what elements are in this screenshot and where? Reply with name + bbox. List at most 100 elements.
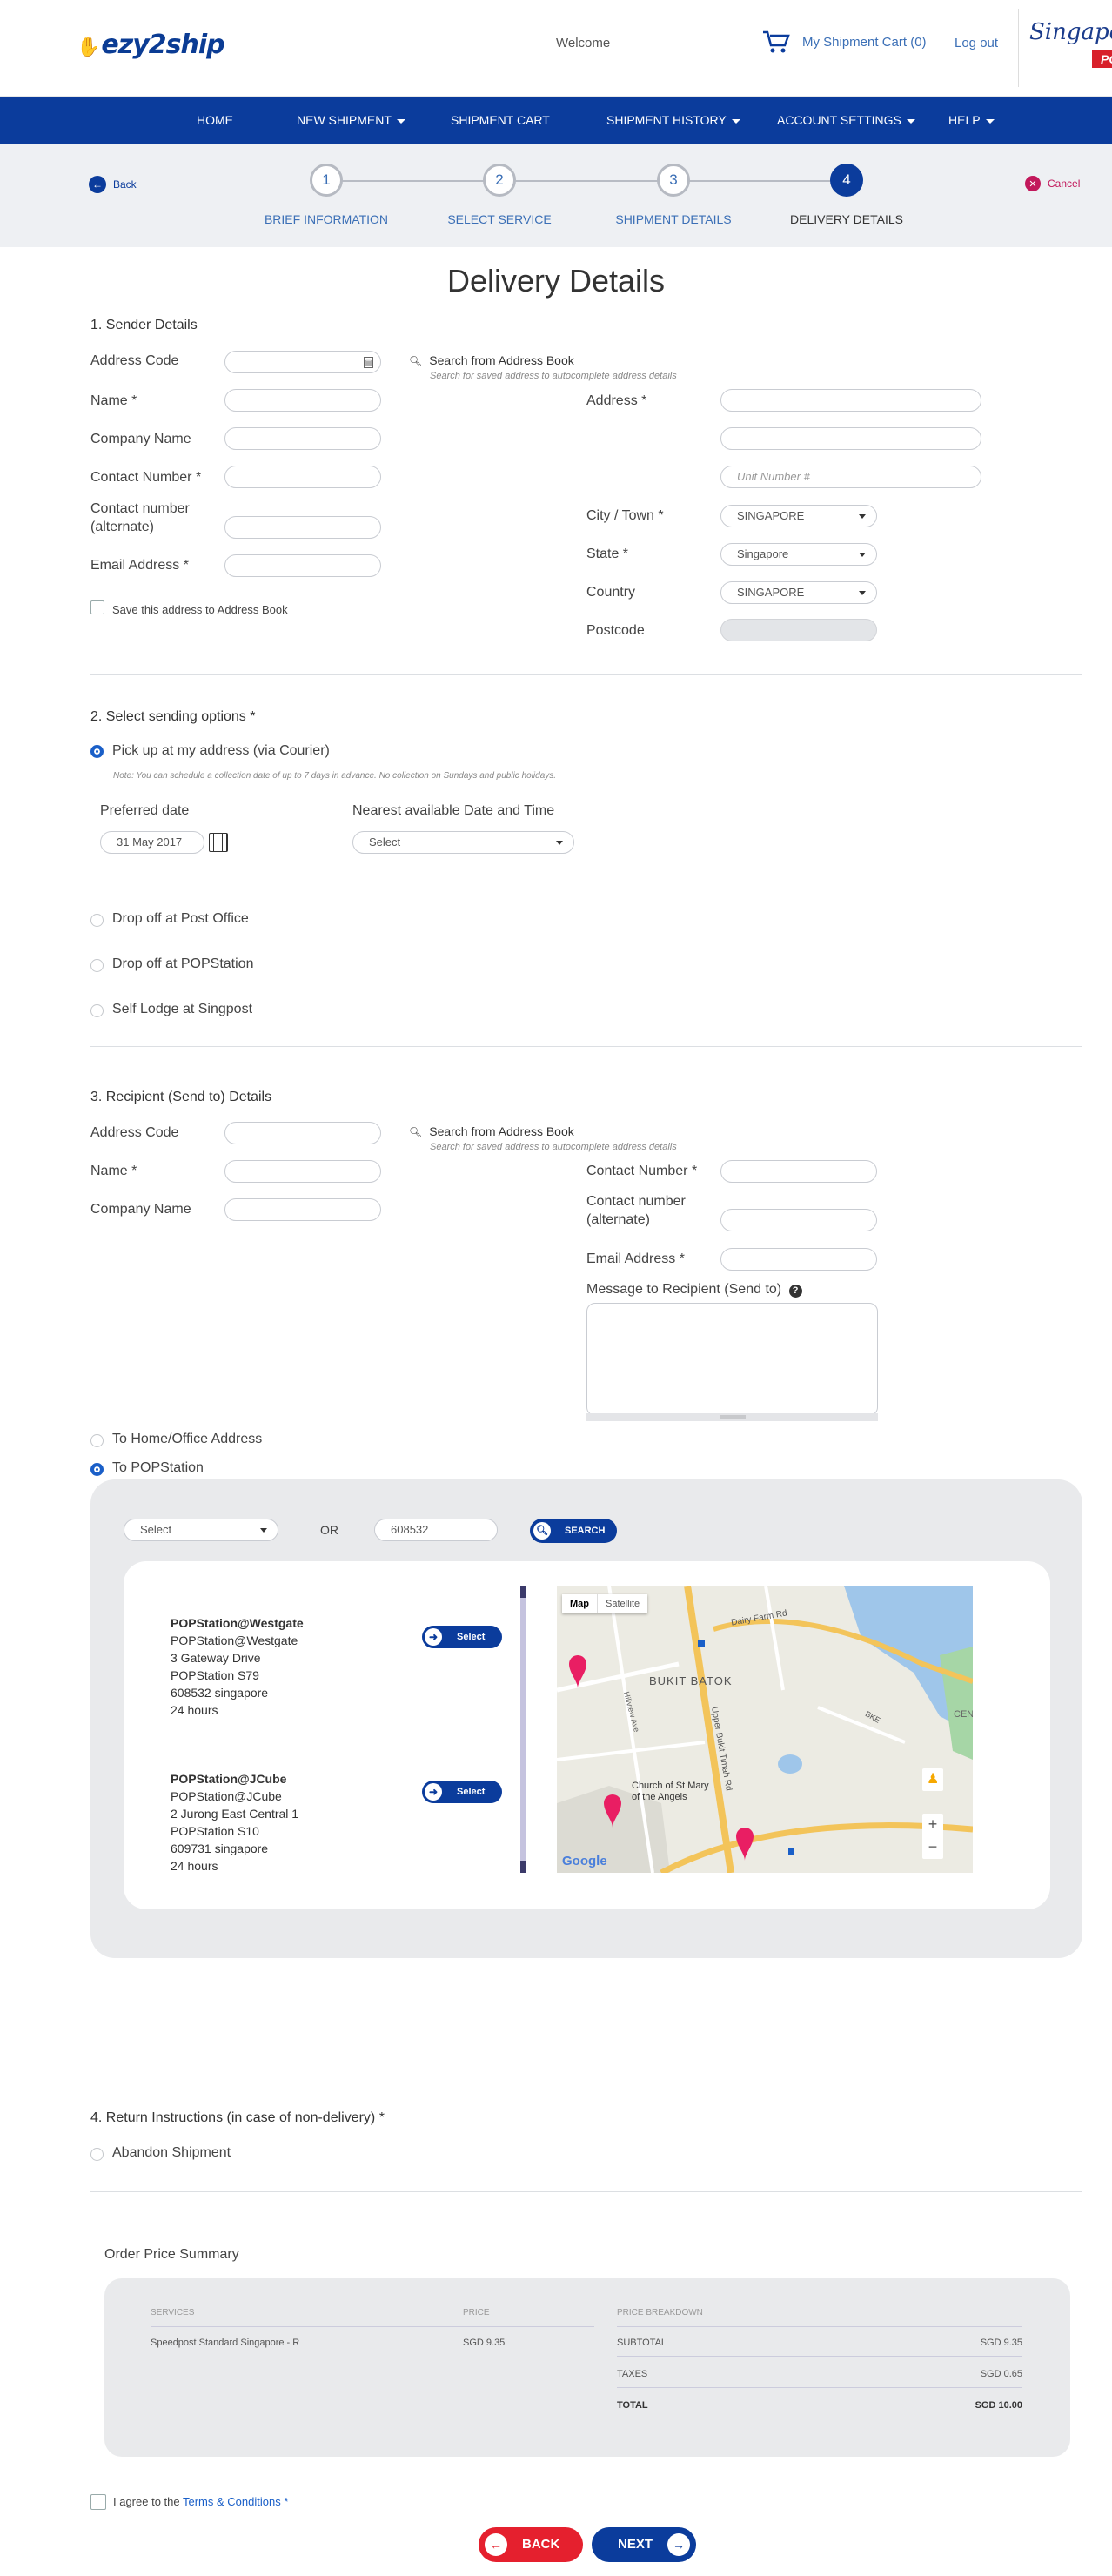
recipient-email-input[interactable] xyxy=(720,1248,877,1271)
nav-help[interactable]: HELP xyxy=(948,97,995,144)
sender-company-label: Company Name xyxy=(90,432,191,446)
ezy2ship-logo[interactable]: ✋ezy2ship xyxy=(77,30,225,60)
popstation-line: 609731 singapore xyxy=(171,1841,269,1855)
sender-contact-alt-label: Contact number (alternate) xyxy=(90,501,190,534)
sender-country-select[interactable]: SINGAPORE xyxy=(720,581,877,604)
map-label: BUKIT BATOK xyxy=(649,1674,733,1687)
select-popstation-button[interactable]: ➜ Select xyxy=(422,1626,502,1648)
sender-email-input[interactable] xyxy=(224,554,381,577)
popstation-search-button[interactable]: 🔍︎ SEARCH xyxy=(530,1519,617,1543)
agree-label: I agree to the Terms & Conditions * xyxy=(113,2495,288,2508)
sender-unit-input[interactable]: Unit Number # xyxy=(720,466,981,488)
service-name: Speedpost Standard Singapore - R xyxy=(151,2338,300,2348)
sender-country-label: Country xyxy=(586,585,636,600)
back-label: Back xyxy=(113,178,137,191)
or-label: OR xyxy=(320,1523,338,1537)
sender-contact-alt-input[interactable] xyxy=(224,516,381,539)
search-button-label: SEARCH xyxy=(565,1526,606,1536)
sender-city-select[interactable]: SINGAPORE xyxy=(720,505,877,527)
recipient-message-textarea[interactable] xyxy=(586,1303,878,1416)
sender-state-select[interactable]: Singapore xyxy=(720,543,877,566)
sender-address-line2-input[interactable] xyxy=(720,427,981,450)
zoom-in-icon[interactable]: + xyxy=(922,1815,943,1835)
recipient-name-input[interactable] xyxy=(224,1160,381,1183)
popstation-area-select[interactable]: Select xyxy=(124,1519,278,1541)
popstation-item[interactable]: POPStation@Westgate POPStation@Westgate … xyxy=(171,1614,304,1719)
abandon-radio[interactable] xyxy=(90,2148,104,2161)
recipient-search-address-book[interactable]: 🔍︎ Search from Address Book xyxy=(409,1124,574,1138)
results-scrollbar[interactable] xyxy=(520,1586,526,1873)
section-divider xyxy=(90,1046,1082,1047)
step-2-circle[interactable]: 2 xyxy=(483,164,516,197)
agree-checkbox[interactable] xyxy=(90,2494,106,2510)
to-popstation-radio[interactable] xyxy=(90,1463,104,1476)
save-address-checkbox[interactable] xyxy=(90,600,104,614)
sender-postcode-input[interactable] xyxy=(720,619,877,641)
shipment-cart-link[interactable]: My Shipment Cart (0) xyxy=(762,29,927,55)
sender-search-address-book[interactable]: 🔍︎ Search from Address Book xyxy=(409,353,574,367)
table-divider xyxy=(151,2326,594,2327)
satellite-tab[interactable]: Satellite xyxy=(597,1594,647,1613)
recipient-address-code-input[interactable] xyxy=(224,1122,381,1144)
dropoff-pop-radio[interactable] xyxy=(90,959,104,972)
help-icon[interactable]: ? xyxy=(788,1285,802,1298)
pegman-icon[interactable]: ♟ xyxy=(927,1770,939,1789)
section-divider xyxy=(90,674,1082,675)
map-canvas[interactable] xyxy=(557,1586,973,1873)
nearest-date-select[interactable]: Select xyxy=(352,831,574,854)
recipient-email-label: Email Address * xyxy=(586,1251,685,1266)
pickup-radio[interactable] xyxy=(90,745,104,758)
popstation-map[interactable]: Map Satellite BUKIT BATOK Dairy Farm Rd … xyxy=(557,1586,973,1873)
scrollbar-thumb[interactable] xyxy=(520,1586,526,1598)
step-3-circle[interactable]: 3 xyxy=(657,164,690,197)
map-label: Church of St Mary of the Angels xyxy=(632,1781,709,1802)
popstation-item[interactable]: POPStation@JCube POPStation@JCube 2 Juro… xyxy=(171,1770,298,1875)
sender-address-code-input[interactable]: ▤ xyxy=(224,351,381,373)
sp-logo-post: POST xyxy=(1092,50,1112,68)
step-2-label[interactable]: SELECT SERVICE xyxy=(447,212,551,226)
map-type-control[interactable]: Map Satellite xyxy=(562,1594,648,1613)
nav-home[interactable]: HOME xyxy=(197,97,233,144)
back-link[interactable]: ← Back xyxy=(89,176,137,193)
section-divider xyxy=(90,2191,1082,2192)
nav-shipment-cart[interactable]: SHIPMENT CART xyxy=(451,97,550,144)
to-home-label: To Home/Office Address xyxy=(112,1432,263,1446)
popstation-postcode-input[interactable]: 608532 xyxy=(374,1519,498,1541)
sender-address-line1-input[interactable] xyxy=(720,389,981,412)
nav-shipment-history[interactable]: SHIPMENT HISTORY xyxy=(606,97,740,144)
preferred-date-input[interactable]: 31 May 2017 xyxy=(100,831,204,854)
nav-new-shipment[interactable]: NEW SHIPMENT xyxy=(297,97,405,144)
sender-contact-input[interactable] xyxy=(224,466,381,488)
next-button[interactable]: NEXT → xyxy=(592,2527,696,2562)
abandon-label: Abandon Shipment xyxy=(112,2145,231,2160)
taxes-value: SGD 0.65 xyxy=(980,2369,1022,2379)
step-1-circle[interactable]: 1 xyxy=(310,164,343,197)
scrollbar-thumb[interactable] xyxy=(720,1415,746,1419)
recipient-company-input[interactable] xyxy=(224,1198,381,1221)
scrollbar-thumb[interactable] xyxy=(520,1861,526,1873)
terms-link[interactable]: Terms & Conditions xyxy=(183,2495,281,2508)
select-popstation-button[interactable]: ➜ Select xyxy=(422,1781,502,1803)
recipient-contact-alt-label: Contact number (alternate) xyxy=(586,1194,686,1227)
self-lodge-radio[interactable] xyxy=(90,1004,104,1017)
recipient-message-label: Message to Recipient (Send to) ? xyxy=(586,1280,802,1298)
textarea-scrollbar[interactable] xyxy=(586,1413,878,1421)
map-tab[interactable]: Map xyxy=(562,1594,597,1613)
step-1-label[interactable]: BRIEF INFORMATION xyxy=(265,212,388,226)
dropoff-po-radio[interactable] xyxy=(90,914,104,927)
arrow-left-icon: ← xyxy=(89,176,106,193)
nav-account-settings[interactable]: ACCOUNT SETTINGS xyxy=(777,97,915,144)
sender-name-input[interactable] xyxy=(224,389,381,412)
sender-company-input[interactable] xyxy=(224,427,381,450)
logout-link[interactable]: Log out xyxy=(955,36,998,50)
cancel-link[interactable]: ✕ Cancel xyxy=(1025,176,1080,191)
calendar-icon[interactable] xyxy=(209,833,228,852)
to-home-radio[interactable] xyxy=(90,1434,104,1447)
recipient-contact-input[interactable] xyxy=(720,1160,877,1183)
preferred-date-label: Preferred date xyxy=(100,803,190,818)
recipient-contact-alt-input[interactable] xyxy=(720,1209,877,1231)
page-title: Delivery Details xyxy=(446,263,666,299)
zoom-out-icon[interactable]: − xyxy=(922,1838,943,1857)
step-3-label[interactable]: SHIPMENT DETAILS xyxy=(615,212,731,226)
back-button[interactable]: ← BACK xyxy=(479,2527,583,2562)
